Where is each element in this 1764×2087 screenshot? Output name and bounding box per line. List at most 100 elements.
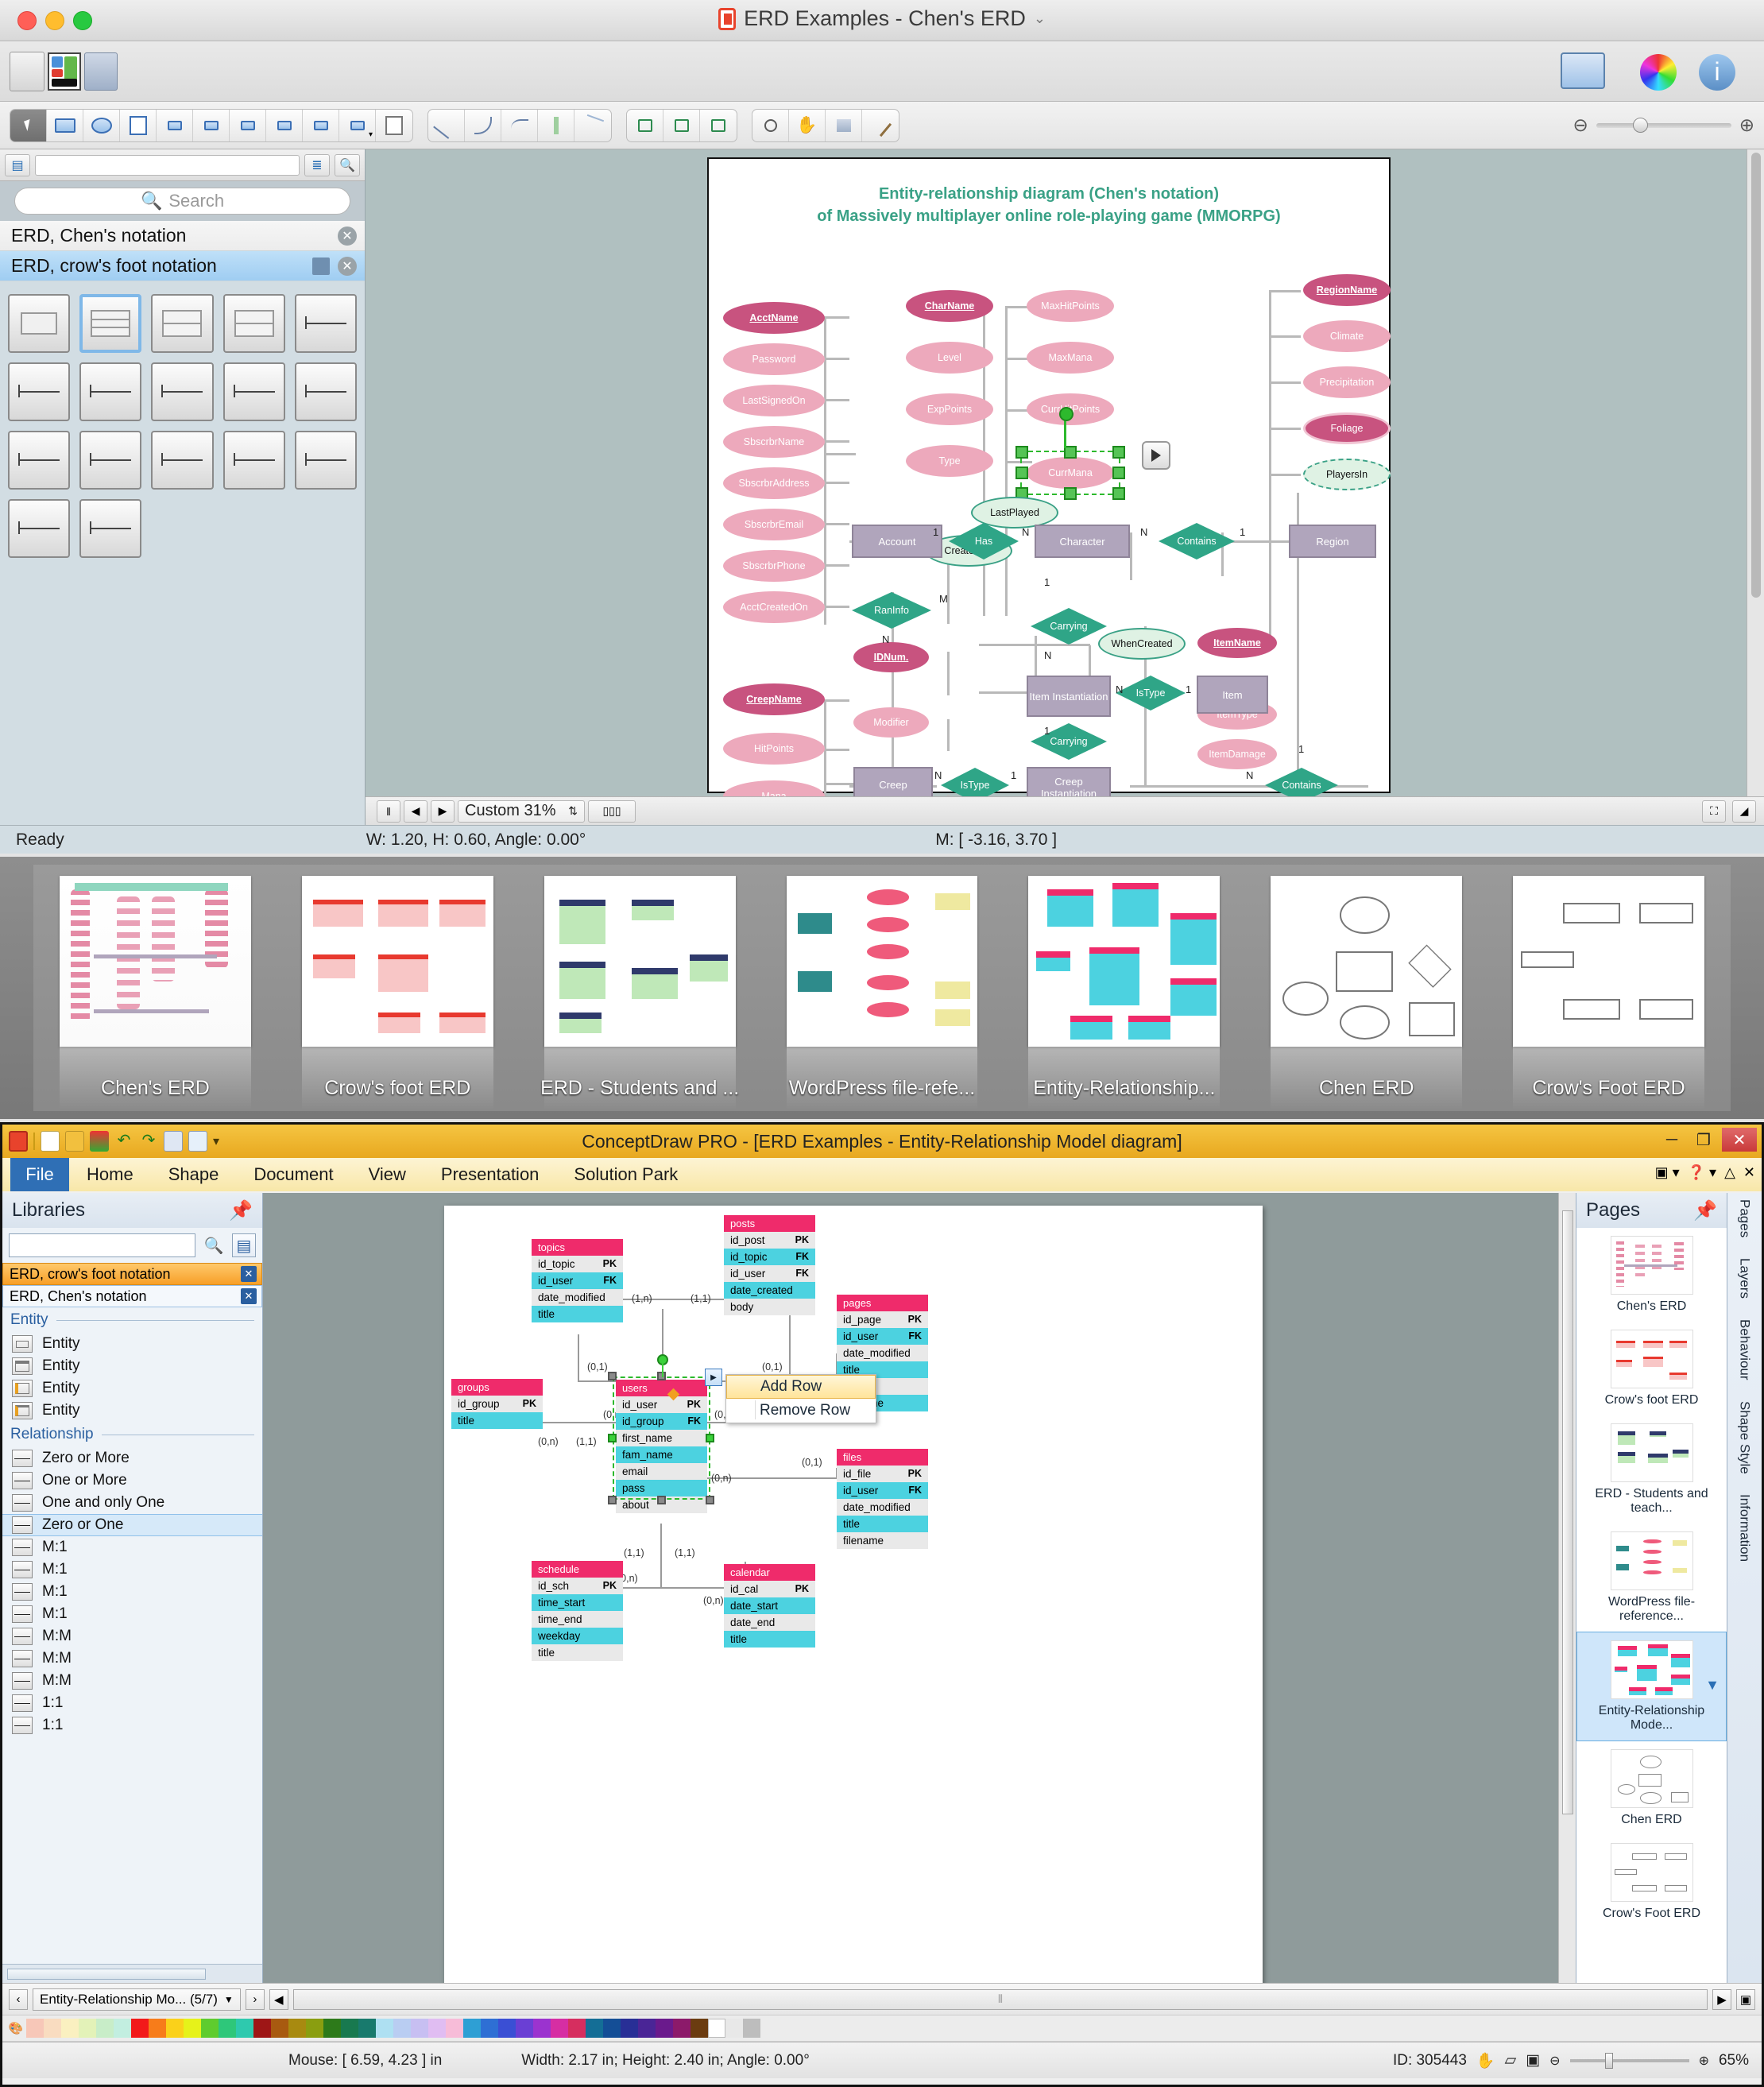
color-swatch[interactable] [498, 2019, 516, 2038]
text-style-icon[interactable] [1561, 52, 1605, 89]
pages-list[interactable]: Chen's ERD Crow's foot ERD ERD - Student… [1576, 1228, 1727, 1983]
shape-entity-3[interactable]: Entity [2, 1377, 262, 1400]
zoom-out-icon[interactable]: ⊖ [1549, 2053, 1560, 2069]
color-swatch[interactable] [446, 2019, 463, 2038]
table-row[interactable]: weekday [532, 1628, 623, 1644]
context-menu[interactable]: Add Row Remove Row [725, 1374, 876, 1423]
table-row[interactable]: date_modified [837, 1499, 928, 1516]
color-swatch[interactable] [743, 2019, 760, 2038]
shape-entity-4[interactable] [222, 294, 285, 353]
pan-tool[interactable]: ✋ [789, 109, 826, 141]
pin-icon[interactable]: 📌 [1693, 1199, 1717, 1222]
straight-line-tool[interactable] [428, 109, 465, 141]
shape-rel-2[interactable] [79, 362, 142, 421]
table-calendar[interactable]: calendar id_cal PK date_start date_end title [724, 1564, 815, 1648]
color-swatch[interactable] [131, 2019, 149, 2038]
color-swatch[interactable] [288, 2019, 306, 2038]
scroll-right-button[interactable]: ▶ [1712, 1988, 1731, 2010]
table-row[interactable]: time_end [532, 1611, 623, 1628]
shape-one-and-only-one[interactable]: One and only One [2, 1492, 262, 1514]
side-tab-behaviour[interactable]: Behaviour [1737, 1319, 1753, 1380]
rotate-icon[interactable] [547, 49, 590, 94]
attribute-oval[interactable]: Foliage [1303, 412, 1391, 444]
selection-handle[interactable] [1112, 467, 1125, 479]
attribute-oval[interactable]: ExpPoints [906, 393, 993, 425]
tab-home[interactable]: Home [69, 1158, 151, 1191]
zoom-in-icon[interactable]: ⊕ [1739, 114, 1754, 136]
side-tab-pages[interactable]: Pages [1737, 1199, 1753, 1237]
menu-item-add-row[interactable]: Add Row [726, 1375, 876, 1399]
thumbnail-item[interactable]: Crow's Foot ERD [1495, 871, 1723, 1110]
relationship-diamond[interactable]: RanInfo [852, 592, 931, 629]
color-swatch[interactable] [551, 2019, 568, 2038]
pin-icon[interactable]: 📌 [229, 1199, 253, 1222]
selection-handle[interactable] [608, 1496, 617, 1504]
attribute-oval[interactable]: CreepName [723, 683, 825, 715]
fit-icon[interactable]: ▣ [1526, 2051, 1540, 2070]
shape-rel-6[interactable] [8, 431, 71, 490]
shape-rel-4[interactable] [222, 362, 285, 421]
library-item-crowsfoot[interactable]: ERD, crow's foot notation ✕ [0, 251, 365, 281]
attribute-oval[interactable]: Type [906, 445, 993, 477]
table-row[interactable]: id_group PK [451, 1396, 543, 1412]
attribute-oval[interactable]: RegionName [1303, 274, 1391, 306]
pointer-tool[interactable] [10, 109, 47, 141]
table-topics[interactable]: topics id_topic PK id_user FK date_modified ti… [532, 1239, 623, 1322]
shape-rel-7[interactable] [79, 431, 142, 490]
shape-zero-or-one[interactable]: Zero or One [2, 1514, 262, 1536]
shape-entity-2[interactable]: Entity [2, 1355, 262, 1377]
send-back-icon[interactable] [501, 49, 544, 94]
info-icon[interactable]: i [1699, 54, 1735, 91]
shape-mm-a[interactable]: M:M [2, 1625, 262, 1648]
color-swatch[interactable] [44, 2019, 61, 2038]
color-swatch[interactable] [725, 2019, 743, 2038]
color-swatch[interactable] [568, 2019, 586, 2038]
scrollbar-thumb[interactable] [1750, 153, 1761, 598]
color-swatch[interactable] [708, 2019, 725, 2038]
shape-rel-10[interactable] [294, 431, 357, 490]
selection-box[interactable] [613, 1376, 710, 1500]
bezier-tool[interactable] [501, 109, 538, 141]
connector-icon[interactable] [593, 49, 636, 94]
color-swatch[interactable] [691, 2019, 708, 2038]
shape-rel-5[interactable] [294, 362, 357, 421]
attribute-oval[interactable]: Climate [1303, 320, 1391, 352]
entity-box[interactable]: Character [1035, 525, 1130, 558]
layout-icon[interactable]: ▣ ▾ [1655, 1164, 1680, 1181]
canvas-vertical-scrollbar[interactable] [1558, 1193, 1576, 1983]
hyperlink-icon[interactable] [731, 49, 774, 94]
attribute-oval[interactable]: MaxMana [1027, 342, 1114, 374]
page-item-crowsfoot-erd[interactable]: Crow's foot ERD [1576, 1322, 1727, 1415]
side-tab-layers[interactable]: Layers [1737, 1258, 1753, 1299]
shape-entity-4[interactable]: Entity [2, 1400, 262, 1422]
collapse-ribbon-icon[interactable]: △ [1724, 1164, 1735, 1181]
table-row[interactable]: id_user FK [724, 1265, 815, 1282]
page-item-students[interactable]: ERD - Students and teach... [1576, 1415, 1727, 1524]
pause-button[interactable]: ‖ [377, 800, 400, 823]
table-row[interactable]: id_user FK [837, 1328, 928, 1345]
thumbnail-item[interactable]: Crow's foot ERD [284, 871, 512, 1110]
tab-file[interactable]: File [10, 1158, 69, 1191]
shape-11-b[interactable]: 1:1 [2, 1714, 262, 1737]
zoom-in-icon[interactable]: ⊕ [1699, 2053, 1709, 2069]
pan-icon[interactable]: ✋ [1476, 2051, 1495, 2070]
color-swatch[interactable] [96, 2019, 114, 2038]
entity-box[interactable]: Account [852, 525, 942, 558]
library-horizontal-scrollbar[interactable] [2, 1964, 262, 1983]
color-swatch[interactable] [271, 2019, 288, 2038]
tab-solution-park[interactable]: Solution Park [556, 1158, 695, 1191]
relationship-diamond[interactable]: Carrying [1031, 608, 1107, 645]
minimize-button[interactable]: ─ [1658, 1128, 1685, 1152]
selection-handle[interactable] [706, 1496, 714, 1504]
ellipse-tool[interactable] [83, 109, 120, 141]
connector-tool-3[interactable] [230, 109, 266, 141]
attribute-oval[interactable]: ItemDamage [1197, 739, 1277, 769]
shape-zero-or-more[interactable]: Zero or More [2, 1447, 262, 1469]
color-swatch[interactable] [638, 2019, 656, 2038]
table-row[interactable]: title [532, 1644, 623, 1661]
windows-canvas[interactable]: (1,n) (1,1) (0,1) (0,1) (0,n) (0,n) (0,1… [263, 1193, 1576, 1983]
chevron-down-icon[interactable]: ▼ [224, 1994, 234, 2005]
attribute-oval[interactable]: ItemName [1197, 628, 1277, 658]
page-item-wordpress[interactable]: WordPress file-reference... [1576, 1524, 1727, 1632]
attribute-oval[interactable]: PlayersIn [1303, 459, 1391, 490]
